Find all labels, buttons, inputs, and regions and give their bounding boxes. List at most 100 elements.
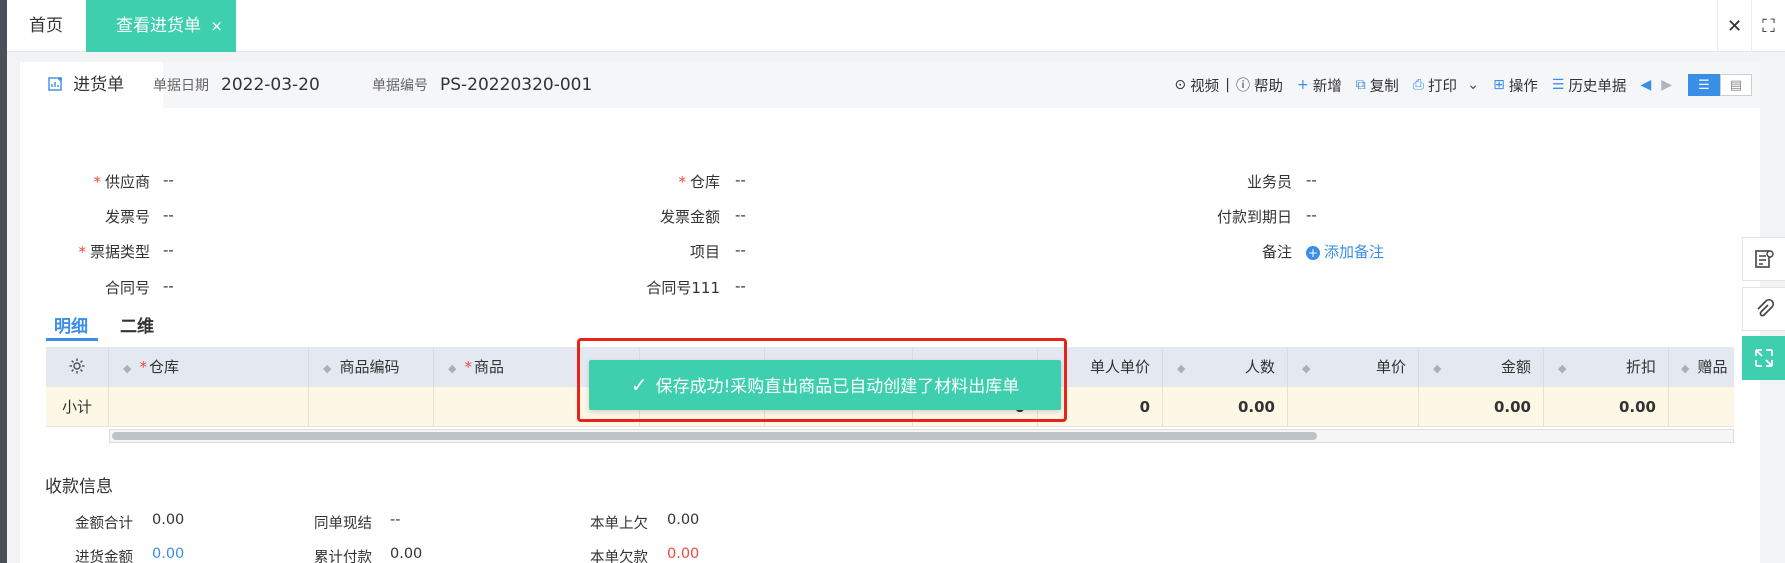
play-circle-icon: ⊙: [1174, 77, 1187, 93]
doc-number: 单据编号 PS-20220320-001: [372, 62, 592, 108]
help-circle-icon: ⓘ: [1236, 78, 1251, 94]
sort-icon[interactable]: ◆: [1681, 362, 1689, 375]
close-icon[interactable]: ✕: [1717, 0, 1751, 52]
col-discount[interactable]: ◆ 折扣: [1544, 347, 1669, 387]
history-button[interactable]: ☰ 历史单据: [1552, 75, 1627, 96]
contract111-value[interactable]: --: [735, 277, 746, 295]
chevron-down-icon[interactable]: ⌄: [1467, 77, 1479, 93]
sort-icon[interactable]: ◆: [1302, 362, 1310, 375]
invoice-amount-value[interactable]: --: [735, 206, 746, 224]
tab-label: 查看进货单: [116, 16, 201, 36]
invoice-no-label: 发票号: [104, 208, 150, 226]
next-arrow-icon[interactable]: ▶: [1661, 77, 1672, 93]
col-gift[interactable]: ◆ 赠品: [1669, 347, 1734, 387]
prev-arrow-icon[interactable]: ◀: [1640, 77, 1651, 93]
copy-label: 复制: [1369, 78, 1399, 95]
fullscreen-icon[interactable]: ⛶: [1751, 0, 1785, 52]
total-amount-label: 金额合计: [75, 516, 133, 532]
video-button[interactable]: ⊙ 视频: [1174, 75, 1219, 96]
salesman-value[interactable]: --: [1306, 171, 1317, 189]
sort-icon[interactable]: ◆: [1177, 362, 1185, 375]
help-label: 帮助: [1254, 78, 1284, 95]
operate-button[interactable]: ⊞ 操作: [1493, 75, 1538, 96]
doc-number-value: PS-20220320-001: [440, 75, 593, 95]
help-button[interactable]: ⓘ 帮助: [1236, 75, 1283, 96]
highlight-box: [577, 338, 1067, 422]
contract-value[interactable]: --: [163, 277, 174, 295]
cash-settle-value: --: [390, 512, 401, 528]
total-amount-value: 0.00: [152, 512, 185, 528]
grid-icon: ⊞: [1493, 77, 1505, 93]
grid-horizontal-scrollbar[interactable]: [109, 429, 1734, 443]
project-label: 项目: [689, 243, 720, 261]
add-label: 新增: [1312, 78, 1342, 95]
cash-settle-label: 同单现结: [314, 516, 372, 532]
doc-tab-label: 进货单: [73, 75, 125, 95]
grid-settings[interactable]: [46, 347, 109, 387]
invoice-amount-label: 发票金额: [659, 208, 720, 226]
subtotal-headcount: 0.00: [1163, 387, 1288, 427]
gear-icon[interactable]: [68, 358, 86, 376]
col-product-code[interactable]: ◆ 商品编码: [309, 347, 434, 387]
tab-two-dimensional[interactable]: 二维: [120, 312, 154, 337]
purchase-amount-label: 进货金额: [75, 550, 133, 563]
view-toggle: ☰ ▤: [1688, 74, 1752, 96]
paperclip-icon[interactable]: [1742, 287, 1785, 331]
salesman-label: 业务员: [1246, 173, 1292, 191]
col-warehouse[interactable]: ◆ * 仓库: [109, 347, 309, 387]
subtotal-discount: 0.00: [1544, 387, 1669, 427]
remark-label: 备注: [1261, 243, 1292, 261]
due-date-value[interactable]: --: [1306, 206, 1317, 224]
bill-type-label: * 票据类型: [78, 243, 150, 261]
sort-icon[interactable]: ◆: [323, 362, 331, 375]
payment-section-title: 收款信息: [45, 477, 113, 497]
sort-icon[interactable]: ◆: [448, 362, 456, 375]
warehouse-label: * 仓库: [678, 173, 720, 191]
add-button[interactable]: + 新增: [1297, 75, 1342, 96]
tab-home[interactable]: 首页: [17, 0, 75, 52]
list-view-icon[interactable]: ☰: [1688, 74, 1720, 96]
supplier-value[interactable]: --: [163, 171, 174, 189]
toolbar-divider: |: [1225, 77, 1231, 93]
col-headcount[interactable]: ◆ 人数: [1163, 347, 1288, 387]
warehouse-value[interactable]: --: [735, 171, 746, 189]
due-date-label: 付款到期日: [1216, 208, 1292, 226]
detail-view-icon[interactable]: ▤: [1720, 74, 1752, 96]
bill-type-value[interactable]: --: [163, 241, 174, 259]
copy-icon: ⧉: [1355, 77, 1366, 93]
document-card: [20, 62, 1760, 563]
contract111-label: 合同号111: [646, 279, 720, 297]
tab-detail[interactable]: 明细: [54, 312, 88, 337]
print-button[interactable]: ⎙ 打印 ⌄: [1413, 75, 1479, 96]
page-root: 首页 查看进货单 × ✕ ⛶ 进货单 单据日期 2022-03-20 单据编号 PS…: [0, 0, 1785, 563]
notes-icon[interactable]: [1742, 237, 1785, 281]
total-paid-label: 累计付款: [314, 550, 372, 563]
col-amount[interactable]: ◆ 金额: [1419, 347, 1544, 387]
scrollbar-thumb[interactable]: [112, 432, 1317, 440]
supplier-label: * 供应商: [93, 173, 150, 191]
document-list-icon: ☰: [1551, 77, 1565, 93]
sort-icon[interactable]: ◆: [123, 362, 131, 375]
subtotal-gift: [1669, 387, 1734, 427]
project-value[interactable]: --: [735, 241, 746, 259]
add-remark-button[interactable]: + 添加备注: [1306, 241, 1384, 262]
purchase-amount-value[interactable]: 0.00: [152, 546, 184, 562]
operate-label: 操作: [1508, 78, 1538, 95]
total-paid-value: 0.00: [390, 546, 423, 562]
invoice-no-value[interactable]: --: [163, 206, 174, 224]
col-unit-price[interactable]: ◆ 单价: [1288, 347, 1419, 387]
document-chart-icon: [48, 75, 69, 94]
plus-circle-icon: +: [1306, 246, 1320, 260]
printer-icon: ⎙: [1412, 77, 1424, 93]
tab-close-icon[interactable]: ×: [210, 17, 223, 35]
sort-icon[interactable]: ◆: [1433, 362, 1441, 375]
sort-icon[interactable]: ◆: [1558, 362, 1566, 375]
doc-tab-purchase-order[interactable]: 进货单: [20, 62, 163, 108]
copy-button[interactable]: ⧉ 复制: [1356, 75, 1399, 96]
owe-label: 本单欠款: [590, 550, 648, 563]
toolbar: ⊙ 视频 | ⓘ 帮助 + 新增 ⧉ 复制 ⎙ 打印 ⌄ ⊞ 操作 ☰ 历史单据 ◀ ▶ ☰ ▤: [1160, 62, 1752, 108]
subtotal-amount: 0.00: [1419, 387, 1544, 427]
tab-view-purchase-order[interactable]: 查看进货单 ×: [86, 0, 236, 52]
expand-icon[interactable]: [1742, 336, 1785, 380]
video-label: 视频: [1190, 78, 1220, 95]
